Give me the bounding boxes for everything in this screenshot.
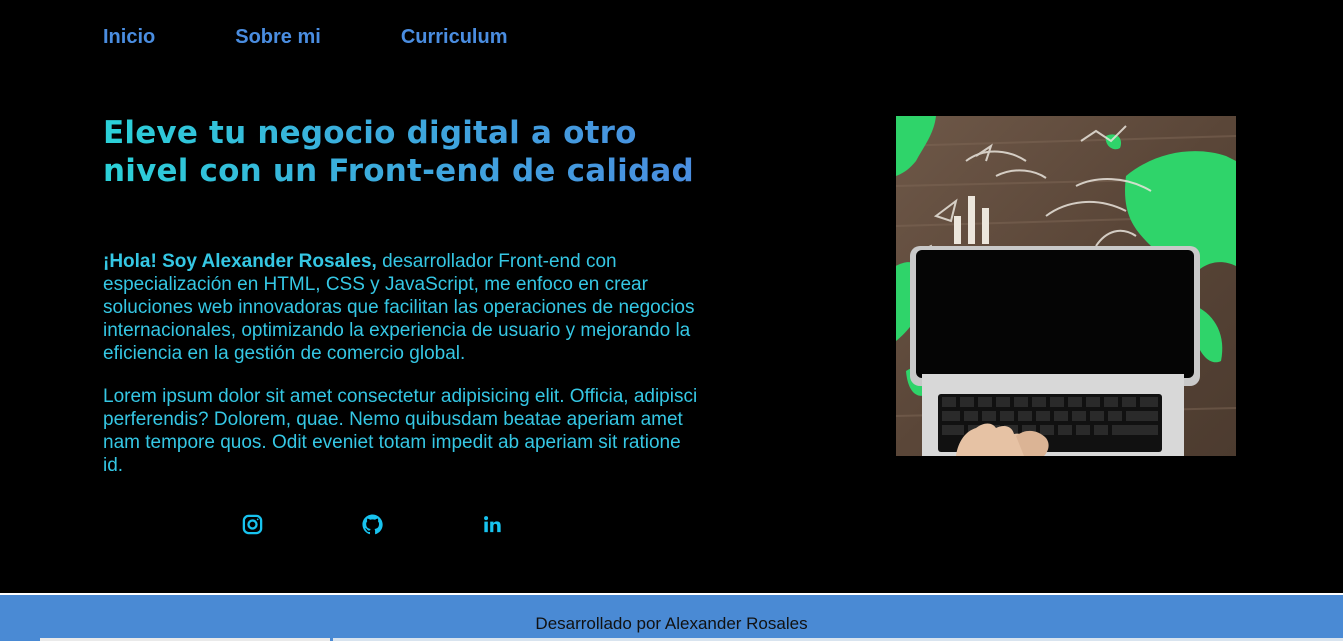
hero-title: Eleve tu negocio digital a otro nivel co… <box>103 114 703 190</box>
footer-credit: Desarrollado por Alexander Rosales <box>535 614 808 633</box>
linkedin-icon <box>484 516 501 533</box>
github-link[interactable] <box>360 512 385 537</box>
lorem-paragraph: Lorem ipsum dolor sit amet consectetur a… <box>103 386 698 476</box>
footer: Desarrollado por Alexander Rosales <box>0 593 1343 641</box>
instagram-icon <box>242 514 263 535</box>
social-links <box>240 512 505 537</box>
laptop-world-map-illustration <box>896 116 1236 456</box>
github-icon <box>362 514 383 535</box>
intro-greeting: ¡Hola! Soy Alexander Rosales, <box>103 251 377 272</box>
nav-link-sobre-mi[interactable]: Sobre mi <box>235 24 321 50</box>
linkedin-link[interactable] <box>480 512 505 537</box>
instagram-link[interactable] <box>240 512 265 537</box>
top-nav: Inicio Sobre mi Curriculum <box>103 24 588 50</box>
page: Inicio Sobre mi Curriculum Eleve tu nego… <box>0 0 1343 641</box>
hero-image-laptop-on-world-map <box>896 116 1236 456</box>
nav-link-inicio[interactable]: Inicio <box>103 24 155 50</box>
intro-paragraph: ¡Hola! Soy Alexander Rosales, desarrolla… <box>103 250 703 365</box>
nav-link-curriculum[interactable]: Curriculum <box>401 24 508 50</box>
